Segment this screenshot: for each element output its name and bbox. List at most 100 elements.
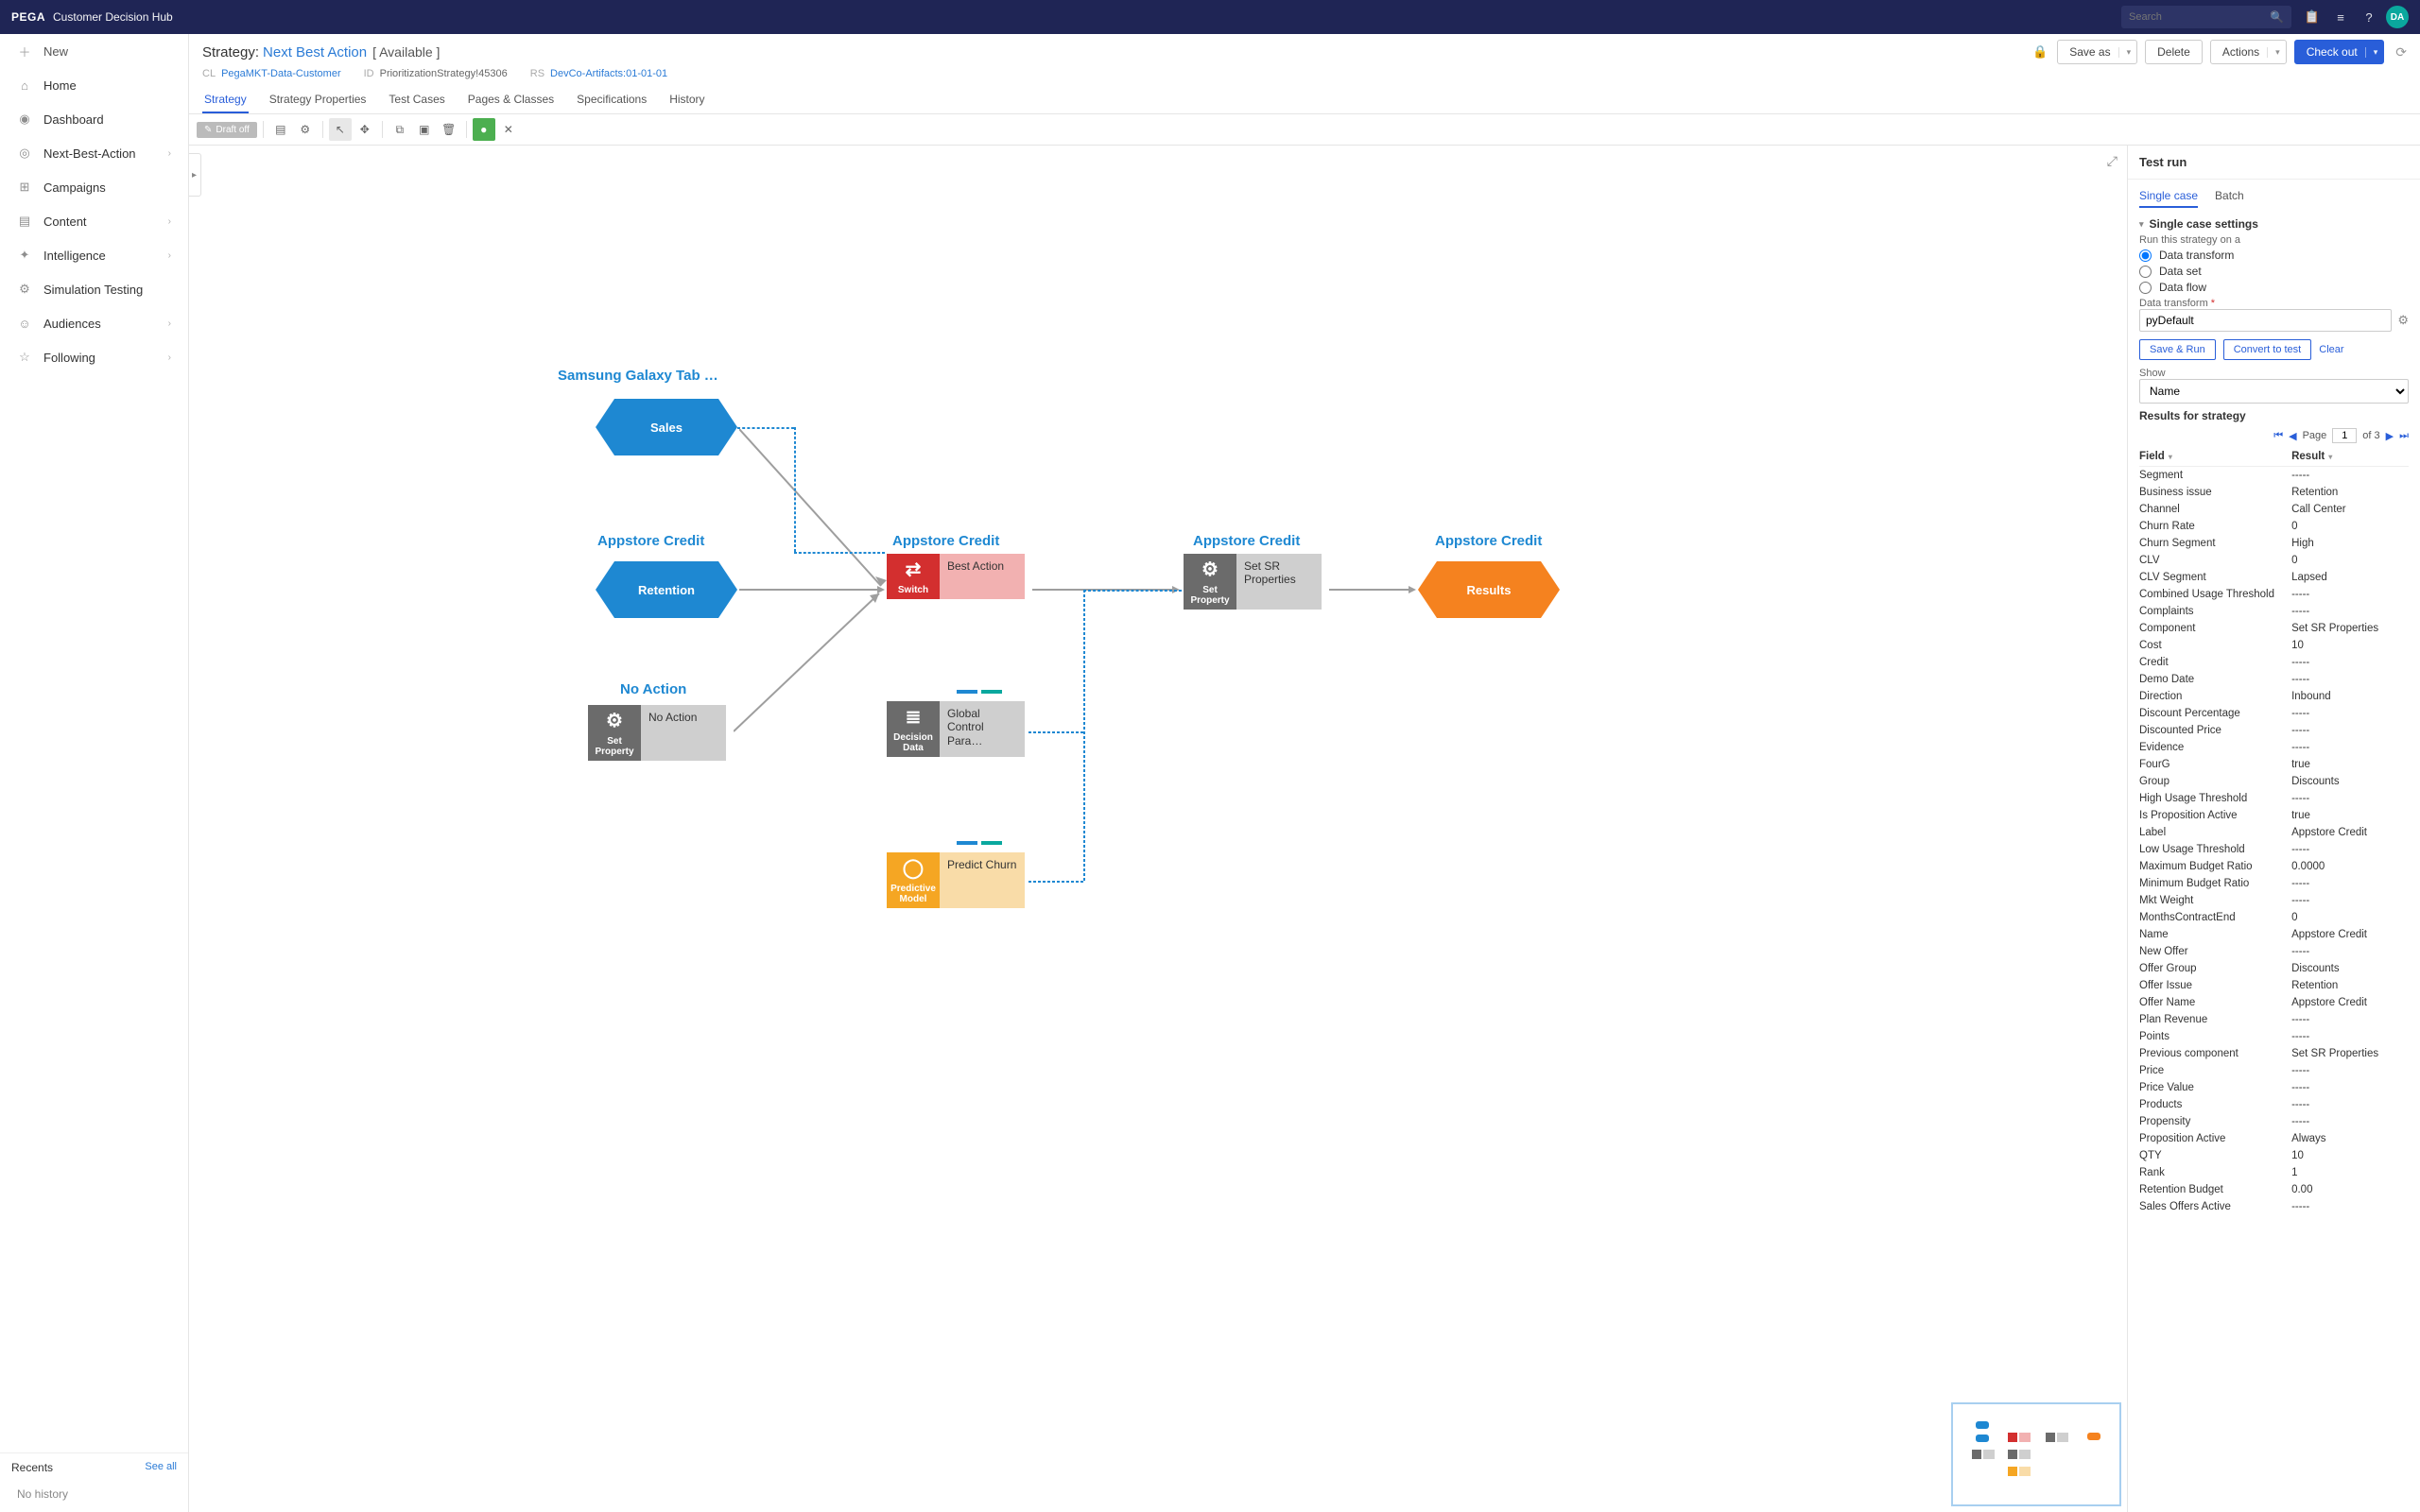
gear-icon: ⚙ xyxy=(606,709,623,732)
app-name: Customer Decision Hub xyxy=(53,10,173,24)
sidebar-item-dashboard[interactable]: ◉Dashboard xyxy=(0,102,188,136)
table-row: QTY10 xyxy=(2139,1147,2409,1164)
new-button[interactable]: ＋ New xyxy=(0,34,188,68)
model-icon: ◯ xyxy=(903,856,924,880)
minimap[interactable] xyxy=(1951,1402,2121,1506)
actions-button[interactable]: Actions▾ xyxy=(2210,40,2287,64)
tool-copy[interactable]: ⧉ xyxy=(389,118,411,141)
table-row: ChannelCall Center xyxy=(2139,501,2409,518)
tab-strategy-properties[interactable]: Strategy Properties xyxy=(268,87,369,113)
shape-no-action[interactable]: ⚙Set Property No Action xyxy=(588,705,726,761)
last-page[interactable]: ⏭ xyxy=(2399,430,2409,442)
table-row: Offer IssueRetention xyxy=(2139,977,2409,994)
recents-body: No history xyxy=(0,1482,188,1512)
radio-dataflow[interactable] xyxy=(2139,282,2152,294)
next-page[interactable]: ▶ xyxy=(2386,430,2394,442)
hex-sales[interactable]: Sales xyxy=(614,399,718,455)
sidebar-item-content[interactable]: ▤Content› xyxy=(0,204,188,238)
table-row: Low Usage Threshold----- xyxy=(2139,841,2409,858)
search-input[interactable] xyxy=(2129,11,2261,23)
search-icon: 🔍 xyxy=(2270,10,2284,24)
subtab-batch[interactable]: Batch xyxy=(2215,185,2244,208)
arrow xyxy=(739,429,887,590)
tab-specifications[interactable]: Specifications xyxy=(575,87,648,113)
sidebar-item-next-best-action[interactable]: ◎Next-Best-Action› xyxy=(0,136,188,170)
radio-datatransform[interactable] xyxy=(2139,249,2152,262)
page-input[interactable] xyxy=(2332,428,2357,443)
label-appstore3: Appstore Credit xyxy=(1193,533,1300,549)
tool-pointer[interactable]: ↖ xyxy=(329,118,352,141)
shape-set-sr[interactable]: ⚙Set Property Set SR Properties xyxy=(1184,554,1322,610)
datatransform-input[interactable] xyxy=(2139,309,2392,332)
table-row: Offer GroupDiscounts xyxy=(2139,960,2409,977)
plus-icon: ＋ xyxy=(17,43,32,59)
tool-paste[interactable]: ▣ xyxy=(413,118,436,141)
checkout-button[interactable]: Check out▾ xyxy=(2294,40,2385,64)
table-row: Offer NameAppstore Credit xyxy=(2139,994,2409,1011)
settings-icon[interactable]: ≡ xyxy=(2333,9,2348,25)
gear-icon: ⚙ xyxy=(1201,558,1219,581)
sidebar-item-audiences[interactable]: ☺Audiences› xyxy=(0,306,188,340)
first-page[interactable]: ⏮ xyxy=(2273,430,2283,442)
table-row: Proposition ActiveAlways xyxy=(2139,1130,2409,1147)
table-row: MonthsContractEnd0 xyxy=(2139,909,2409,926)
clipboard-icon[interactable]: 📋 xyxy=(2305,9,2320,25)
gear-icon[interactable]: ⚙ xyxy=(2397,313,2409,328)
table-row: LabelAppstore Credit xyxy=(2139,824,2409,841)
toolbar: ✎Draft off ▤ ⚙ ↖ ✥ ⧉ ▣ 🗑 ● ✕ xyxy=(189,114,2420,146)
tab-history[interactable]: History xyxy=(667,87,706,113)
tool-gear[interactable]: ⚙ xyxy=(294,118,317,141)
tool-valid[interactable]: ● xyxy=(473,118,495,141)
prev-page[interactable]: ◀ xyxy=(2289,430,2296,442)
chevron-down-icon[interactable]: ▾ xyxy=(2139,219,2144,230)
save-as-button[interactable]: Save as▾ xyxy=(2057,40,2137,64)
test-run-panel: Test run Single case Batch ▾Single case … xyxy=(2127,146,2420,1512)
help-icon[interactable]: ? xyxy=(2361,9,2377,25)
hex-results[interactable]: Results xyxy=(1437,561,1541,618)
search-box[interactable]: 🔍 xyxy=(2121,6,2291,28)
strategy-name[interactable]: Next Best Action xyxy=(263,44,367,60)
pager: ⏮ ◀ Page of 3 ▶ ⏭ xyxy=(2139,428,2409,443)
table-row: Evidence----- xyxy=(2139,739,2409,756)
refresh-icon[interactable]: ⟳ xyxy=(2395,44,2407,60)
nav-icon: ☆ xyxy=(17,350,32,365)
convert-button[interactable]: Convert to test xyxy=(2223,339,2312,360)
tool-layers[interactable]: ▤ xyxy=(269,118,292,141)
table-row: New Offer----- xyxy=(2139,943,2409,960)
palette-handle[interactable]: ▸ xyxy=(189,153,201,197)
page-header: Strategy: Next Best Action [ Available ]… xyxy=(189,34,2420,114)
clear-link[interactable]: Clear xyxy=(2319,344,2343,355)
sidebar-item-simulation-testing[interactable]: ⚙Simulation Testing xyxy=(0,272,188,306)
avatar[interactable]: DA xyxy=(2386,6,2409,28)
sidebar-item-following[interactable]: ☆Following› xyxy=(0,340,188,374)
hex-retention[interactable]: Retention xyxy=(614,561,718,618)
table-row: Propensity----- xyxy=(2139,1113,2409,1130)
radio-dataset[interactable] xyxy=(2139,266,2152,278)
save-run-button[interactable]: Save & Run xyxy=(2139,339,2216,360)
sidebar-item-home[interactable]: ⌂Home xyxy=(0,68,188,102)
sidebar-item-intelligence[interactable]: ✦Intelligence› xyxy=(0,238,188,272)
panel-title: Test run xyxy=(2128,146,2420,180)
tab-strategy[interactable]: Strategy xyxy=(202,87,249,113)
canvas[interactable]: ▸ ⤢ Samsung Galaxy Tab … Appstore Credit… xyxy=(189,146,2127,1512)
table-row: Cost10 xyxy=(2139,637,2409,654)
nav-icon: ◎ xyxy=(17,146,32,161)
expand-icon[interactable]: ⤢ xyxy=(2107,153,2118,169)
tool-close[interactable]: ✕ xyxy=(497,118,520,141)
tool-delete[interactable]: 🗑 xyxy=(438,118,460,141)
tab-test-cases[interactable]: Test Cases xyxy=(387,87,446,113)
tab-pages-classes[interactable]: Pages & Classes xyxy=(466,87,556,113)
shape-predict[interactable]: ◯Predictive Model Predict Churn xyxy=(887,852,1025,908)
shape-switch[interactable]: ⇄Switch Best Action xyxy=(887,554,1025,599)
shape-decision-data[interactable]: ≣Decision Data Global Control Para… xyxy=(887,701,1025,757)
subtab-single[interactable]: Single case xyxy=(2139,185,2198,208)
tool-pan[interactable]: ✥ xyxy=(354,118,376,141)
table-row: Churn Rate0 xyxy=(2139,518,2409,535)
show-select[interactable]: Name xyxy=(2139,379,2409,404)
draft-toggle[interactable]: ✎Draft off xyxy=(197,122,257,138)
table-row: CLV0 xyxy=(2139,552,2409,569)
see-all-link[interactable]: See all xyxy=(145,1461,177,1474)
delete-button[interactable]: Delete xyxy=(2145,40,2203,64)
sidebar-item-campaigns[interactable]: ⊞Campaigns xyxy=(0,170,188,204)
table-row: FourGtrue xyxy=(2139,756,2409,773)
